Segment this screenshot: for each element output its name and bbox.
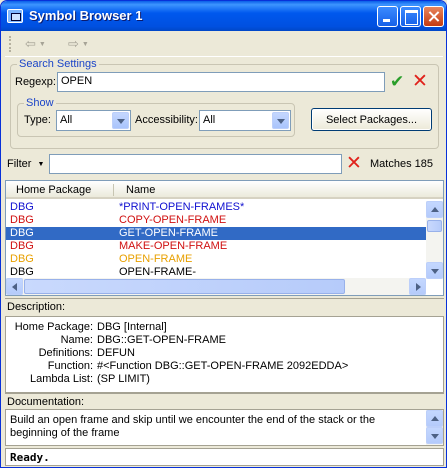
row-home-package: DBG xyxy=(10,240,34,252)
column-divider[interactable] xyxy=(113,184,114,196)
horizontal-scroll-thumb[interactable] xyxy=(24,279,345,294)
row-home-package: DBG xyxy=(10,214,34,226)
row-home-package: DBG xyxy=(10,227,34,239)
symbol-browser-window: Symbol Browser 1 ⇦ ▼ ⇨ ▼ Search Settings R… xyxy=(0,0,447,468)
documentation-text: Build an open frame and skip until we en… xyxy=(10,414,376,439)
toolbar-grip[interactable] xyxy=(9,36,12,52)
list-header: Home Package Name xyxy=(6,181,443,199)
chevron-down-icon[interactable] xyxy=(112,112,129,129)
chevron-down-icon[interactable] xyxy=(272,112,289,129)
desc-lambda-list: Lambda List: (SP LIMIT) xyxy=(30,373,150,385)
list-item[interactable]: DBG *PRINT-OPEN-FRAMES* xyxy=(6,201,426,214)
symbol-list[interactable]: Home Package Name DBG *PRINT-OPEN-FRAMES*… xyxy=(5,180,444,296)
back-arrow-icon: ⇦ xyxy=(25,36,36,51)
row-name: GET-OPEN-FRAME xyxy=(119,227,219,239)
horizontal-scrollbar[interactable] xyxy=(6,278,426,295)
clear-filter-icon[interactable]: ✕ xyxy=(346,154,362,173)
minimize-button[interactable] xyxy=(377,6,398,27)
row-home-package: DBG xyxy=(10,201,34,213)
row-name: MAKE-OPEN-FRAME xyxy=(119,240,228,252)
desc-definitions: Definitions: DEFUN xyxy=(38,347,135,359)
filter-label[interactable]: Filter ▼ xyxy=(7,158,44,170)
chevron-down-icon: ▼ xyxy=(37,160,45,168)
vertical-scroll-thumb[interactable] xyxy=(427,220,442,232)
list-item[interactable]: DBG OPEN-FRAME xyxy=(6,253,426,266)
accessibility-select-value: All xyxy=(203,114,216,126)
matches-text: Matches 185 xyxy=(370,158,433,170)
maximize-button[interactable] xyxy=(400,6,421,27)
list-item[interactable]: DBG COPY-OPEN-FRAME xyxy=(6,214,426,227)
forward-arrow-icon: ⇨ xyxy=(68,36,79,51)
documentation-label: Documentation: xyxy=(5,393,444,409)
desc-home-package: Home Package: DBG [Internal] xyxy=(14,321,167,333)
accessibility-select[interactable]: All xyxy=(199,110,291,131)
matches-count: 185 xyxy=(414,158,433,170)
column-home-package[interactable]: Home Package xyxy=(16,184,91,196)
desc-function: Function: #<Function DBG::GET-OPEN-FRAME … xyxy=(47,360,349,372)
search-settings-legend: Search Settings xyxy=(17,58,99,70)
scroll-left-button[interactable] xyxy=(6,278,23,295)
scroll-down-button[interactable] xyxy=(426,427,443,444)
list-item[interactable]: DBG GET-OPEN-FRAME xyxy=(6,227,426,240)
filter-input[interactable] xyxy=(49,154,342,174)
close-window-button[interactable] xyxy=(423,6,444,27)
title-bar[interactable]: Symbol Browser 1 xyxy=(1,1,446,31)
accessibility-label: Accessibility: xyxy=(135,114,198,126)
scroll-up-button[interactable] xyxy=(426,410,443,427)
doc-scrollbar[interactable] xyxy=(426,410,443,445)
scroll-up-button[interactable] xyxy=(426,201,443,218)
row-name: OPEN-FRAME xyxy=(119,253,193,265)
type-select[interactable]: All xyxy=(56,110,131,131)
type-label: Type: xyxy=(24,114,51,126)
column-name[interactable]: Name xyxy=(126,184,155,196)
row-name: *PRINT-OPEN-FRAMES* xyxy=(119,201,245,213)
back-button[interactable]: ⇦ ▼ xyxy=(25,36,46,52)
apply-check-icon[interactable]: ✔ xyxy=(390,72,404,92)
select-packages-button[interactable]: Select Packages... xyxy=(311,108,432,131)
documentation-panel: Build an open frame and skip until we en… xyxy=(5,409,444,446)
app-icon[interactable] xyxy=(7,9,23,23)
scroll-down-button[interactable] xyxy=(426,262,443,279)
chevron-down-icon[interactable]: ▼ xyxy=(82,41,89,48)
list-rows: DBG *PRINT-OPEN-FRAMES* DBG COPY-OPEN-FRAME… xyxy=(6,201,426,279)
regexp-label: Regexp: xyxy=(15,76,56,88)
scroll-right-button[interactable] xyxy=(409,278,426,295)
clear-regexp-icon[interactable]: ✕ xyxy=(412,72,428,91)
row-name: COPY-OPEN-FRAME xyxy=(119,214,227,226)
desc-name: Name: DBG::GET-OPEN-FRAME xyxy=(60,334,226,346)
window-title: Symbol Browser 1 xyxy=(29,8,143,23)
list-item[interactable]: DBG MAKE-OPEN-FRAME xyxy=(6,240,426,253)
regexp-input[interactable]: OPEN xyxy=(57,72,385,92)
chevron-down-icon[interactable]: ▼ xyxy=(39,41,46,48)
row-home-package: DBG xyxy=(10,253,34,265)
description-label: Description: xyxy=(5,298,444,314)
type-select-value: All xyxy=(60,114,73,126)
show-legend: Show xyxy=(24,97,56,109)
description-panel: Home Package: DBG [Internal] Name: DBG::GE… xyxy=(5,316,444,393)
status-bar: Ready. xyxy=(5,448,444,466)
forward-button[interactable]: ⇨ ▼ xyxy=(68,36,89,52)
vertical-scrollbar[interactable] xyxy=(426,201,443,279)
toolbar: ⇦ ▼ ⇨ ▼ xyxy=(5,32,443,57)
